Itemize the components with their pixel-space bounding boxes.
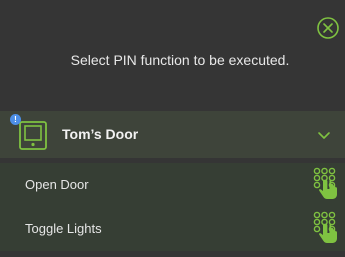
action-toggle-lights[interactable]: Toggle Lights [0, 207, 345, 251]
device-row-toms-door[interactable]: ! Tom’s Door [0, 111, 345, 158]
pin-function-dialog: Select PIN function to be executed. ! To… [0, 0, 345, 257]
pin-keypad-hand-icon[interactable] [313, 167, 339, 201]
action-label: Open Door [25, 177, 89, 192]
device-name: Tom’s Door [62, 126, 139, 142]
dialog-prompt: Select PIN function to be executed. [70, 52, 290, 68]
close-button[interactable] [316, 16, 340, 40]
action-label: Toggle Lights [25, 221, 102, 236]
pin-keypad-hand-icon[interactable] [313, 211, 339, 245]
close-circle-icon [317, 17, 339, 39]
door-panel-icon [18, 118, 48, 151]
action-open-door[interactable]: Open Door [0, 163, 345, 207]
chevron-down-icon[interactable] [317, 128, 331, 139]
notification-badge: ! [10, 114, 21, 125]
